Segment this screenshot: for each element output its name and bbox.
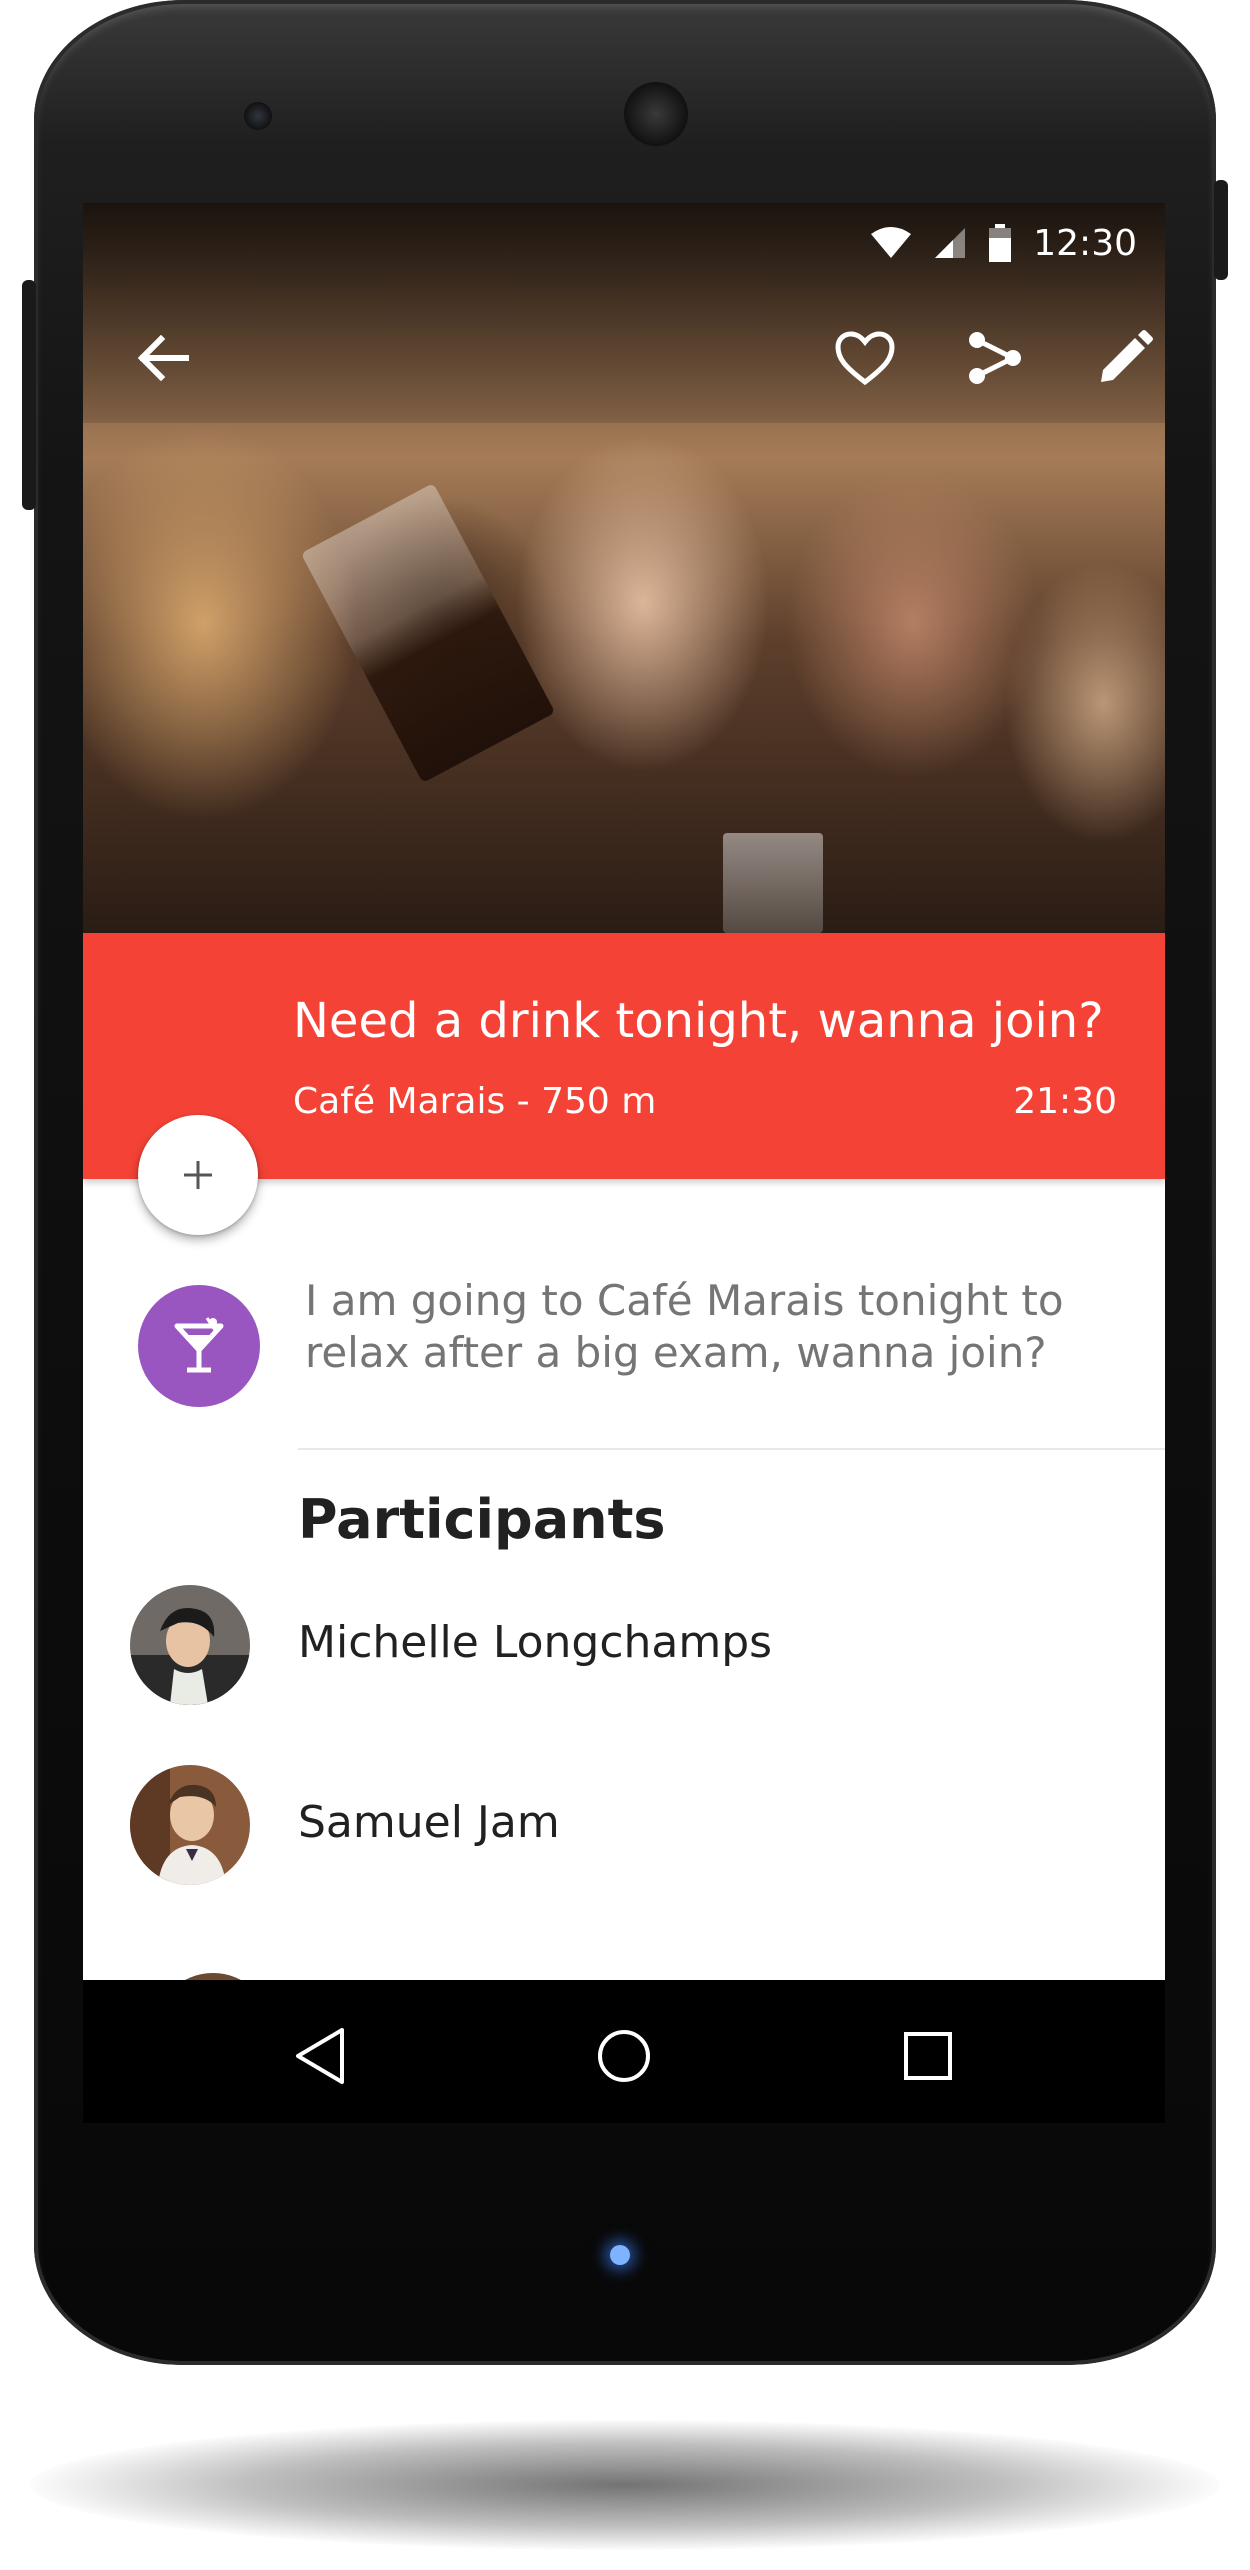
participants-heading: Participants (298, 1488, 666, 1551)
person-photo-icon (130, 1765, 250, 1885)
hero-beer-glass (300, 483, 556, 783)
notification-led (610, 2245, 630, 2265)
event-category-avatar (138, 1285, 260, 1407)
app-screen: 12:30 Need a drink tonight, wanna join? … (83, 203, 1165, 2123)
event-location-distance: Café Marais - 750 m (293, 1081, 657, 1122)
wifi-icon (871, 227, 912, 258)
join-fab-button[interactable] (138, 1115, 258, 1235)
battery-icon (989, 224, 1012, 262)
section-divider (298, 1448, 1165, 1450)
status-bar: 12:30 (83, 203, 1165, 283)
back-button[interactable] (113, 308, 213, 408)
edit-button[interactable] (1075, 308, 1165, 408)
nav-back-button[interactable] (270, 2006, 370, 2106)
nav-home-button[interactable] (574, 2006, 674, 2106)
edit-pencil-icon (1101, 330, 1153, 382)
participant-row[interactable]: Samuel Jam (83, 1765, 1165, 1895)
participant-avatar (130, 1765, 250, 1885)
home-circle-icon (598, 2030, 650, 2082)
participant-avatar (130, 1585, 250, 1705)
participant-name: Michelle Longchamps (298, 1617, 773, 1668)
share-button[interactable] (945, 308, 1045, 408)
hero-water-glass (723, 833, 823, 933)
cell-signal-icon (935, 228, 966, 258)
share-icon (969, 332, 1021, 384)
front-camera (244, 102, 272, 130)
system-nav-bar (83, 1980, 1165, 2123)
recents-square-icon (904, 2032, 952, 2080)
volume-button (22, 280, 36, 510)
app-bar (83, 283, 1165, 433)
person-photo-icon (130, 1585, 250, 1705)
back-arrow-icon (137, 335, 189, 381)
participant-row[interactable]: Michelle Longchamps (83, 1585, 1165, 1715)
status-time: 12:30 (1033, 222, 1137, 264)
back-triangle-icon (296, 2028, 344, 2084)
plus-icon (184, 1161, 212, 1189)
power-button (1214, 180, 1228, 280)
nav-recents-button[interactable] (878, 2006, 978, 2106)
event-title: Need a drink tonight, wanna join? (293, 993, 1104, 1049)
device-floor-shadow (30, 2420, 1220, 2550)
favorite-button[interactable] (815, 308, 915, 408)
event-description: I am going to Café Marais tonight to rel… (305, 1276, 1064, 1377)
heart-icon (835, 331, 895, 386)
cocktail-icon (174, 1317, 224, 1373)
participant-name: Samuel Jam (298, 1797, 560, 1848)
event-time: 21:30 (1013, 1081, 1117, 1122)
earpiece-speaker (624, 82, 688, 146)
